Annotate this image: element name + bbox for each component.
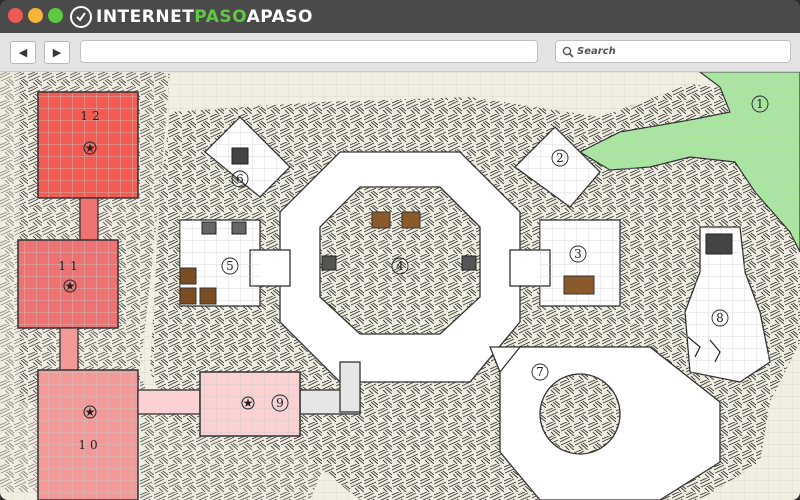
room-label-6: 6	[236, 172, 244, 186]
star-icon: ★	[85, 141, 96, 155]
site-logo: INTERNETPASOAPASO	[70, 3, 313, 31]
star-icon: ★	[85, 405, 96, 419]
search-placeholder: Search	[577, 46, 616, 57]
address-bar[interactable]	[80, 40, 538, 63]
room-label-2: 2	[556, 151, 564, 165]
room-7-rock-island	[539, 373, 621, 455]
room-label-11: 11	[58, 259, 81, 273]
room-label-3: 3	[574, 247, 582, 261]
dungeon-map: ★ ★ ★ ★ 1 2 3 4 5 6 7 8 9 10 11 12	[0, 72, 800, 500]
forward-button[interactable]: ▶	[44, 41, 70, 64]
logo-icon	[70, 6, 92, 28]
browser-toolbar: ◀ ▶ Search	[0, 33, 800, 72]
room-label-10: 10	[78, 438, 101, 452]
back-button[interactable]: ◀	[10, 41, 36, 64]
browser-window: INTERNETPASOAPASO ◀ ▶ Search ★ ★ ★ ★ 1 2…	[0, 0, 800, 500]
close-window-button[interactable]	[8, 8, 23, 23]
dungeon-map-canvas: ★ ★ ★ ★ 1 2 3 4 5 6 7 8 9 10 11 12	[0, 72, 800, 500]
search-icon	[562, 46, 574, 58]
title-bar: INTERNETPASOAPASO	[0, 0, 800, 33]
star-icon: ★	[243, 396, 254, 410]
room-label-9: 9	[276, 396, 284, 410]
room-label-5: 5	[226, 259, 234, 273]
back-arrow-icon: ◀	[18, 46, 28, 59]
logo-text: INTERNETPASOAPASO	[96, 7, 314, 27]
room-label-1: 1	[756, 97, 764, 111]
room-label-12: 12	[80, 109, 103, 123]
room-label-8: 8	[716, 311, 724, 325]
room-label-4: 4	[396, 259, 404, 273]
maximize-window-button[interactable]	[48, 8, 63, 23]
forward-arrow-icon: ▶	[52, 46, 62, 59]
star-icon: ★	[65, 279, 76, 293]
search-input[interactable]: Search	[555, 40, 791, 63]
minimize-window-button[interactable]	[28, 8, 43, 23]
room-label-7: 7	[536, 365, 544, 379]
